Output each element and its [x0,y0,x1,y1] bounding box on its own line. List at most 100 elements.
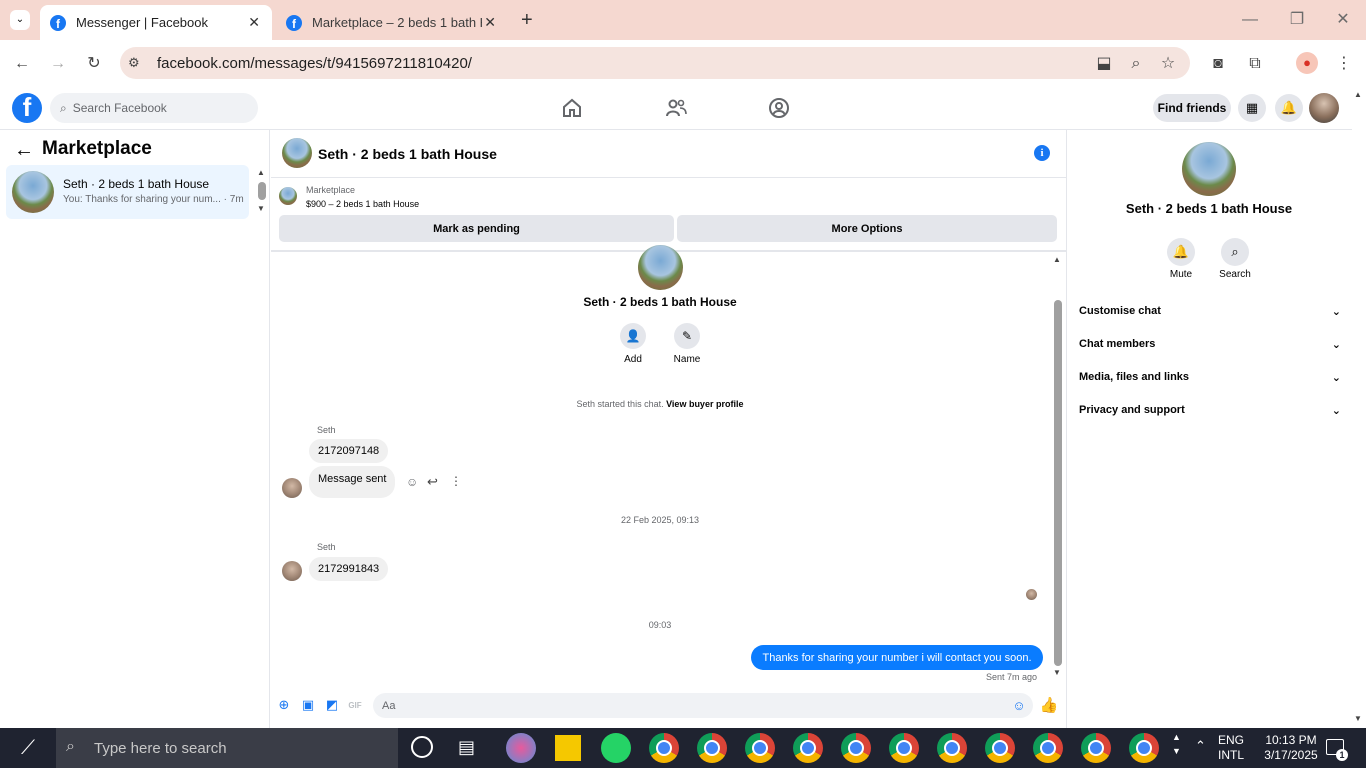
close-window-button[interactable]: ✕ [1331,8,1355,32]
listing-thumbnail[interactable] [279,187,297,205]
more-actions-icon[interactable]: ⋮ [450,474,462,488]
browser-tab-messenger[interactable]: f Messenger | Facebook ✕ [40,5,272,40]
input-language[interactable]: ENG INTL [1218,733,1244,763]
notifications-bell-icon[interactable]: 🔔 [1275,94,1303,122]
cortana-icon[interactable] [411,736,433,758]
more-options-button[interactable]: More Options [677,215,1057,242]
listing-title[interactable]: $900 – 2 beds 1 bath House [306,199,419,209]
close-tab-icon[interactable]: ✕ [248,14,260,31]
chat-members-row[interactable]: Chat members ⌄ [1079,336,1341,352]
scroll-up-arrow-icon[interactable]: ▲ [257,168,265,177]
chrome-icon[interactable] [649,733,679,763]
chat-intro-avatar [638,245,683,290]
sticky-notes-icon[interactable] [555,735,581,761]
chrome-profile-icon[interactable] [841,733,871,763]
show-hidden-icons-icon[interactable]: ⌃ [1195,738,1206,754]
search-icon[interactable]: ⌕ [1221,238,1249,266]
customise-chat-row[interactable]: Customise chat ⌄ [1079,303,1341,319]
scroll-down-arrow-icon[interactable]: ▼ [1354,714,1362,723]
my-message-bubble[interactable]: Thanks for sharing your number i will co… [751,645,1043,670]
browser-menu-icon[interactable]: ⋮ [1332,52,1356,76]
restore-window-button[interactable]: ❐ [1285,8,1309,32]
back-arrow-icon[interactable]: ← [14,139,34,162]
chat-avatar[interactable] [282,138,312,168]
sender-avatar [282,478,302,498]
scroll-up-arrow-icon[interactable]: ▲ [1354,90,1362,99]
conversation-preview: You: Thanks for sharing your num... · 7m [63,194,244,205]
reload-icon[interactable]: ↻ [82,52,106,76]
minimize-window-button[interactable]: — [1238,8,1262,32]
listing-label: Marketplace [306,185,356,195]
conversations-panel [0,130,270,728]
chat-started-note: Seth started this chat. View buyer profi… [460,399,860,409]
menu-grid-icon[interactable]: ▦ [1238,94,1266,122]
plus-circle-icon[interactable]: ⊕ [276,697,292,713]
page-scrollbar[interactable] [1352,88,1366,728]
sticker-icon[interactable]: ◩ [324,697,340,713]
extension-robot-icon[interactable]: ◙ [1206,52,1230,76]
find-friends-button[interactable]: Find friends [1153,94,1231,122]
privacy-support-row[interactable]: Privacy and support ⌄ [1079,402,1341,418]
browser-tab-marketplace[interactable]: f Marketplace – 2 beds 1 bath Ho ✕ [276,5,508,40]
message-input[interactable]: Aa [373,693,1033,718]
forward-icon[interactable]: → [46,52,70,76]
add-person-icon[interactable]: 👤 [620,323,646,349]
profile-icon[interactable]: ● [1296,52,1318,74]
scroll-down-arrow-icon[interactable]: ▼ [1053,668,1061,677]
back-icon[interactable]: ← [10,52,34,76]
install-app-icon[interactable]: ⬓ [1092,52,1116,76]
mark-as-pending-button[interactable]: Mark as pending [279,215,674,242]
site-info-icon[interactable]: ⚙ [128,55,140,71]
taskbar-search-input[interactable]: ⌕ Type here to search [56,728,398,768]
started-text: Seth started this chat. [576,399,664,409]
account-avatar[interactable] [1309,93,1339,123]
groups-icon[interactable] [767,96,791,120]
chat-title[interactable]: Seth · 2 beds 1 bath House [318,146,497,162]
scrollbar-thumb[interactable] [258,182,266,200]
edit-pencil-icon[interactable]: ✎ [674,323,700,349]
new-tab-button[interactable]: + [521,9,533,32]
home-icon[interactable] [560,96,584,120]
facebook-search-input[interactable]: ⌕ Search Facebook [50,93,258,123]
search-icon: ⌕ [60,100,67,115]
start-button-icon[interactable]: ⟋ [0,728,56,768]
chrome-profile-icon[interactable] [985,733,1015,763]
chrome-profile-icon[interactable] [1081,733,1111,763]
view-buyer-profile-link[interactable]: View buyer profile [666,399,743,409]
chrome-profile-icon[interactable] [745,733,775,763]
tab-search-button[interactable]: ⌄ [10,10,30,30]
whatsapp-icon[interactable] [601,733,631,763]
reply-icon[interactable]: ↩ [427,474,438,490]
friends-icon[interactable] [664,96,688,120]
message-bubble[interactable]: 2172991843 [309,557,389,581]
scroll-down-arrow-icon[interactable]: ▼ [257,204,265,213]
scroll-up-arrow-icon[interactable]: ▲ [1053,255,1061,264]
taskbar-scroll-arrows-icon[interactable]: ▲ ▼ [1172,730,1181,758]
message-bubble[interactable]: 2172097148 [309,439,389,463]
mute-bell-icon[interactable]: 🔔 [1167,238,1195,266]
bookmark-star-icon[interactable]: ☆ [1156,52,1180,76]
url-text[interactable]: facebook.com/messages/t/9415697211810420… [157,55,472,72]
task-view-icon[interactable]: ▤ [458,737,475,758]
media-files-links-row[interactable]: Media, files and links ⌄ [1079,369,1341,385]
react-emoji-icon[interactable]: ☺ [406,475,418,489]
chat-scrollbar-thumb[interactable] [1054,300,1062,666]
chrome-profile-icon[interactable] [1033,733,1063,763]
chrome-profile-icon[interactable] [889,733,919,763]
gif-icon[interactable]: GIF [347,697,363,713]
extensions-puzzle-icon[interactable]: ⧉ [1243,52,1267,76]
facebook-logo-icon[interactable]: f [12,93,42,123]
emoji-icon[interactable]: ☺ [1011,697,1027,713]
chrome-profile-icon[interactable] [1129,733,1159,763]
paint-app-icon[interactable] [506,733,536,763]
message-bubble[interactable]: Message sent [309,466,396,498]
chrome-profile-icon[interactable] [697,733,727,763]
thumbs-up-icon[interactable]: 👍 [1040,697,1059,714]
system-clock[interactable]: 10:13 PM 3/17/2025 [1256,733,1326,763]
chrome-profile-icon[interactable] [793,733,823,763]
zoom-icon[interactable]: ⌕ [1124,52,1148,76]
chrome-profile-icon[interactable] [937,733,967,763]
close-tab-icon[interactable]: ✕ [484,14,496,31]
info-icon[interactable]: i [1034,145,1050,161]
photo-icon[interactable]: ▣ [300,697,316,713]
